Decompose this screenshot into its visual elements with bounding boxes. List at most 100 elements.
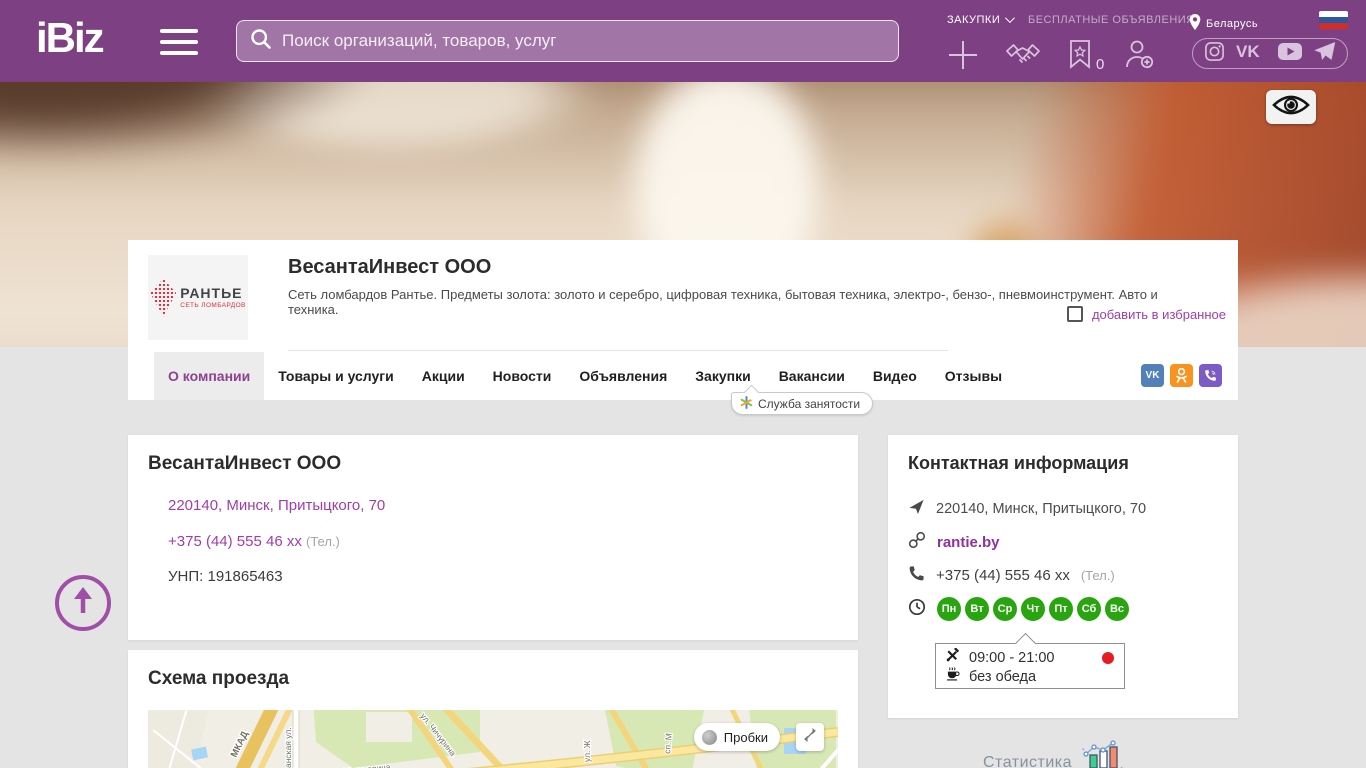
coffee-cup-icon [945,667,960,686]
about-company-card: ВесантаИнвест ООО 220140, Минск, Притыцк… [128,435,858,640]
scroll-to-top-button[interactable] [55,575,111,631]
search-bar [236,20,899,62]
svg-text:VK: VK [1236,42,1260,61]
location-arrow-icon [908,498,925,519]
header-social-links: VK [1192,38,1348,69]
day-pill-tue[interactable]: Вт [965,597,989,621]
add-to-favorites[interactable]: добавить в избранное [1067,306,1226,322]
about-phone-row: +375 (44) 555 46 xx (Тел.) [168,533,340,550]
viber-button[interactable] [1199,364,1222,387]
instagram-icon[interactable] [1204,41,1225,67]
rantie-diamond-logo-icon [150,279,176,317]
search-input[interactable] [282,31,885,51]
tab-promotions[interactable]: Акции [408,352,479,400]
company-logo[interactable]: РАНТЬЕ СЕТЬ ЛОМБАРДОВ [148,255,248,340]
day-pill-thu[interactable]: Чт [1021,597,1045,621]
accessibility-version-button[interactable] [1266,90,1316,124]
divider [288,350,948,351]
contact-phone-row: +375 (44) 555 46 xx (Тел.) [908,565,1115,586]
odnoklassniki-button[interactable] [1170,364,1193,387]
company-description: Сеть ломбардов Рантье. Предметы золота: … [288,287,1168,317]
search-icon [250,28,272,55]
arrow-up-icon [70,586,96,621]
favorite-checkbox[interactable] [1067,306,1083,322]
clock-icon [908,598,926,620]
map-fullscreen-button[interactable] [796,723,824,751]
about-unp: УНП: 191865463 [168,568,283,585]
company-logo-tagline: СЕТЬ ЛОМБАРДОВ [180,302,246,309]
company-logo-name: РАНТЬЕ [180,286,246,301]
site-logo[interactable]: iBiz [36,14,103,62]
traffic-light-icon [702,730,717,745]
tab-video[interactable]: Видео [859,352,931,400]
traffic-toggle-button[interactable]: Пробки [694,723,780,751]
working-hours-tooltip: 09:00 - 21:00 без обеда [935,643,1125,689]
company-tabs: О компании Товары и услуги Акции Новости… [128,352,1238,400]
about-address-link[interactable]: 220140, Минск, Притыцкого, 70 [168,497,385,514]
street-label-1: анская ул. [283,727,293,768]
employment-tooltip-label: Служба занятости [758,397,860,411]
day-pill-mon[interactable]: Пн [937,597,961,621]
vk-button[interactable]: VK [1141,364,1164,387]
contact-info-card: Контактная информация 220140, Минск, При… [888,435,1238,718]
menu-hamburger-icon[interactable] [160,29,198,62]
statistics-label: Статистика [983,754,1072,768]
working-days: Пн Вт Ср Чт Пт Сб Вс [937,597,1129,621]
street-label-zh: ул. Ж [582,740,592,762]
tab-news[interactable]: Новости [479,352,566,400]
directions-card: Схема проезда [128,650,858,768]
nav-purchases[interactable]: ЗАКУПКИ [947,14,1012,26]
register-user-icon[interactable] [1124,38,1154,75]
statistics-chart-icon [1082,740,1126,768]
about-phone-note: (Тел.) [306,534,340,549]
day-pill-sun[interactable]: Вс [1105,597,1129,621]
telegram-icon[interactable] [1312,40,1336,67]
add-company-icon[interactable] [946,38,980,77]
day-pill-wed[interactable]: Ср [993,597,1017,621]
chevron-down-icon [1005,13,1015,23]
day-pill-fri[interactable]: Пт [1049,597,1073,621]
youtube-icon[interactable] [1278,43,1302,65]
traffic-label: Пробки [724,730,768,745]
favorite-label: добавить в избранное [1092,307,1226,322]
favorites-bookmark-icon[interactable] [1066,38,1094,75]
vk-icon[interactable]: VK [1235,41,1267,66]
nav-free-ads[interactable]: БЕСПЛАТНЫЕ ОБЪЯВЛЕНИЯ [1028,14,1195,26]
employment-service-tooltip[interactable]: Служба занятости [731,392,873,415]
day-pill-sat[interactable]: Сб [1077,597,1101,621]
street-label-prospekt: сп. М [662,733,674,754]
company-name: ВесантаИнвест ООО [288,256,491,279]
contact-address: 220140, Минск, Притыцкого, 70 [936,501,1146,517]
tab-ads[interactable]: Объявления [565,352,681,400]
top-header: iBiz ЗАКУПКИ БЕСПЛАТНЫЕ ОБЪЯВЛЕНИЯ Белар… [0,0,1366,82]
contact-website-row: rantie.by [908,531,1000,553]
employment-asterisk-icon [740,396,753,412]
yandex-map[interactable]: МКАД анская ул. ул. Матусевича ул. Чичур… [148,710,838,768]
about-phone-link[interactable]: +375 (44) 555 46 xx [168,533,302,550]
lunch-note: без обеда [969,669,1036,685]
language-flag-russia[interactable] [1319,11,1348,29]
phone-icon [908,565,925,586]
contact-address-row: 220140, Минск, Притыцкого, 70 [908,498,1146,519]
link-chain-icon [908,531,926,553]
statistics-section[interactable]: Статистика [983,740,1126,768]
nav-region[interactable]: Беларусь [1189,14,1258,33]
contact-website-link[interactable]: rantie.by [937,534,1000,551]
working-days-row: Пн Вт Ср Чт Пт Сб Вс [908,597,1129,621]
handshake-icon[interactable] [1005,38,1041,77]
tools-icon [945,648,960,667]
contact-phone-note: (Тел.) [1081,568,1115,583]
map-pin-icon [1189,14,1201,33]
tab-products[interactable]: Товары и услуги [264,352,407,400]
favorites-count: 0 [1096,56,1104,73]
tab-reviews[interactable]: Отзывы [931,352,1016,400]
closed-now-indicator [1102,652,1114,664]
about-title: ВесантаИнвест ООО [148,453,341,475]
contact-title: Контактная информация [908,453,1129,474]
tab-about[interactable]: О компании [154,352,264,400]
company-social-icons: VK [1141,364,1222,387]
eye-icon [1272,94,1310,121]
map-title: Схема проезда [148,668,289,690]
contact-phone[interactable]: +375 (44) 555 46 xx [936,567,1070,584]
working-hours: 09:00 - 21:00 [969,650,1054,666]
